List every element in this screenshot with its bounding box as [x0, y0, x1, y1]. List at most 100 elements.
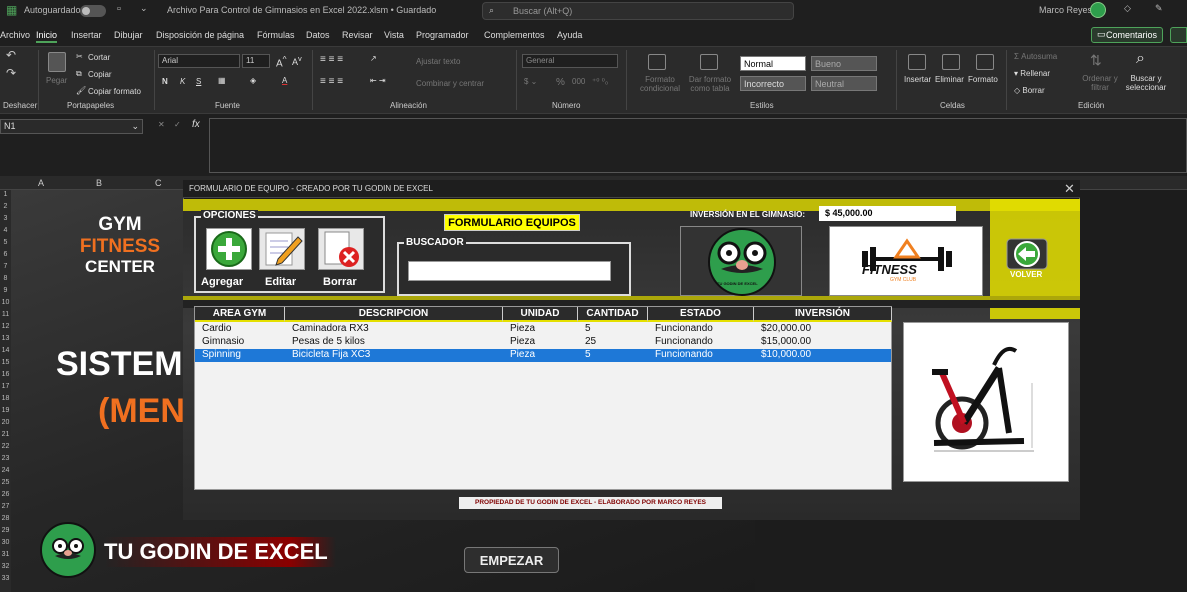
- row-header[interactable]: 20: [0, 419, 11, 426]
- row-header[interactable]: 8: [0, 275, 11, 282]
- list-column-header[interactable]: DESCRIPCION: [285, 307, 503, 322]
- row-header[interactable]: 29: [0, 527, 11, 534]
- confirm-icon[interactable]: ✓: [174, 120, 181, 129]
- percent-button[interactable]: %: [556, 77, 565, 88]
- list-item[interactable]: Cardio Caminadora RX3 Pieza 5 Funcionando $20…: [195, 323, 891, 336]
- italic-button[interactable]: K: [180, 77, 185, 86]
- decimal-icon[interactable]: ⁺⁰ ⁰₀: [592, 77, 608, 86]
- currency-icon[interactable]: $ ⌄: [524, 77, 537, 86]
- menu-complementos[interactable]: Complementos: [484, 30, 545, 40]
- list-column-header[interactable]: INVERSIÓN: [754, 307, 892, 322]
- style-neutral[interactable]: Neutral: [811, 76, 877, 91]
- row-header[interactable]: 14: [0, 347, 11, 354]
- shrink-font-icon[interactable]: Av: [292, 54, 302, 67]
- row-header[interactable]: 2: [0, 203, 11, 210]
- insert-cells-button[interactable]: Insertar: [904, 75, 931, 84]
- search-box[interactable]: ⌕ Buscar (Alt+Q): [482, 2, 794, 20]
- row-header[interactable]: 5: [0, 239, 11, 246]
- table-format-icon[interactable]: [700, 54, 718, 70]
- menu-programador[interactable]: Programador: [416, 30, 469, 40]
- row-header[interactable]: 12: [0, 323, 11, 330]
- autosave-toggle[interactable]: [80, 5, 106, 17]
- format-cells-button[interactable]: Formato: [968, 75, 998, 84]
- menu-ayuda[interactable]: Ayuda: [557, 30, 582, 40]
- style-incorrecto[interactable]: Incorrecto: [740, 76, 806, 91]
- indent-icon[interactable]: ⇤ ⇥: [370, 76, 386, 85]
- diamond-icon[interactable]: ◇: [1124, 3, 1131, 14]
- row-header[interactable]: 3: [0, 215, 11, 222]
- fill-button[interactable]: ▾ Rellenar: [1014, 69, 1050, 78]
- row-header[interactable]: 9: [0, 287, 11, 294]
- menu-dibujar[interactable]: Dibujar: [114, 30, 143, 40]
- underline-button[interactable]: S: [196, 77, 201, 86]
- style-bueno[interactable]: Bueno: [811, 56, 877, 71]
- row-header[interactable]: 27: [0, 503, 11, 510]
- style-normal[interactable]: Normal: [740, 56, 806, 71]
- font-name-select[interactable]: Arial: [158, 54, 240, 68]
- conditional-format-icon[interactable]: [648, 54, 666, 70]
- edit-button[interactable]: [259, 228, 305, 270]
- row-header[interactable]: 33: [0, 575, 11, 582]
- search-input[interactable]: [408, 261, 611, 281]
- pen-icon[interactable]: ✎: [1155, 3, 1163, 14]
- more-icon[interactable]: ⌄: [140, 3, 148, 14]
- row-header[interactable]: 18: [0, 395, 11, 402]
- find-select-button[interactable]: Buscar y seleccionar: [1122, 74, 1170, 92]
- edit-label[interactable]: Editar: [265, 276, 296, 288]
- sort-filter-icon[interactable]: ⇅: [1090, 52, 1102, 69]
- bold-button[interactable]: N: [162, 77, 168, 86]
- fx-button[interactable]: fx: [192, 119, 200, 130]
- row-header[interactable]: 31: [0, 551, 11, 558]
- brush-icon[interactable]: 🖌: [76, 86, 86, 95]
- menu-vista[interactable]: Vista: [384, 30, 404, 40]
- copy-icon[interactable]: ⧉: [76, 69, 82, 79]
- menu-datos[interactable]: Datos: [306, 30, 330, 40]
- undo-icon[interactable]: ↶: [6, 48, 16, 62]
- row-header[interactable]: 19: [0, 407, 11, 414]
- list-column-header[interactable]: AREA GYM: [195, 307, 285, 322]
- copy-button[interactable]: Copiar: [88, 70, 112, 79]
- row-header[interactable]: 17: [0, 383, 11, 390]
- paste-label[interactable]: Pegar: [46, 76, 67, 85]
- row-header[interactable]: 16: [0, 371, 11, 378]
- back-label[interactable]: VOLVER: [1010, 270, 1042, 279]
- thousands-button[interactable]: 000: [572, 77, 585, 86]
- row-header[interactable]: 22: [0, 443, 11, 450]
- scissors-icon[interactable]: ✂: [76, 52, 83, 61]
- column-c-header[interactable]: C: [155, 178, 162, 188]
- list-column-header[interactable]: UNIDAD: [503, 307, 578, 322]
- conditional-format-button[interactable]: Formato condicional: [640, 75, 680, 93]
- name-box[interactable]: N1 ⌄: [0, 119, 143, 134]
- back-button[interactable]: [1006, 238, 1048, 270]
- list-column-header[interactable]: ESTADO: [648, 307, 754, 322]
- close-icon[interactable]: ✕: [1064, 181, 1075, 197]
- sort-filter-button[interactable]: Ordenar y filtrar: [1080, 74, 1120, 92]
- autosum-button[interactable]: Σ Autosuma: [1014, 52, 1057, 61]
- row-header[interactable]: 21: [0, 431, 11, 438]
- align-top-icon[interactable]: ≡ ≡ ≡: [320, 54, 343, 65]
- row-header[interactable]: 13: [0, 335, 11, 342]
- merge-center-button[interactable]: Combinar y centrar: [416, 79, 484, 88]
- cut-button[interactable]: Cortar: [88, 53, 110, 62]
- delete-cells-icon[interactable]: [942, 54, 960, 70]
- row-header[interactable]: 28: [0, 515, 11, 522]
- delete-button[interactable]: [318, 228, 364, 270]
- font-size-select[interactable]: 11: [242, 54, 270, 68]
- row-header[interactable]: 23: [0, 455, 11, 462]
- delete-cells-button[interactable]: Eliminar: [935, 75, 964, 84]
- add-label[interactable]: Agregar: [201, 276, 243, 288]
- share-button[interactable]: [1170, 27, 1187, 43]
- formula-input[interactable]: [209, 118, 1187, 173]
- fill-color-icon[interactable]: ◈: [250, 76, 256, 85]
- orientation-icon[interactable]: ↗: [370, 54, 377, 63]
- grow-font-icon[interactable]: A^: [276, 54, 287, 69]
- border-icon[interactable]: ▦: [218, 76, 226, 85]
- row-header[interactable]: 10: [0, 299, 11, 306]
- paste-icon[interactable]: [48, 52, 66, 72]
- row-header[interactable]: 15: [0, 359, 11, 366]
- menu-archivo[interactable]: Archivo: [0, 30, 30, 40]
- format-cells-icon[interactable]: [976, 54, 994, 70]
- redo-icon[interactable]: ↷: [6, 66, 16, 80]
- menu-insertar[interactable]: Insertar: [71, 30, 102, 40]
- list-item[interactable]: Spinning Bicicleta Fija XC3 Pieza 5 Funciona…: [195, 349, 891, 362]
